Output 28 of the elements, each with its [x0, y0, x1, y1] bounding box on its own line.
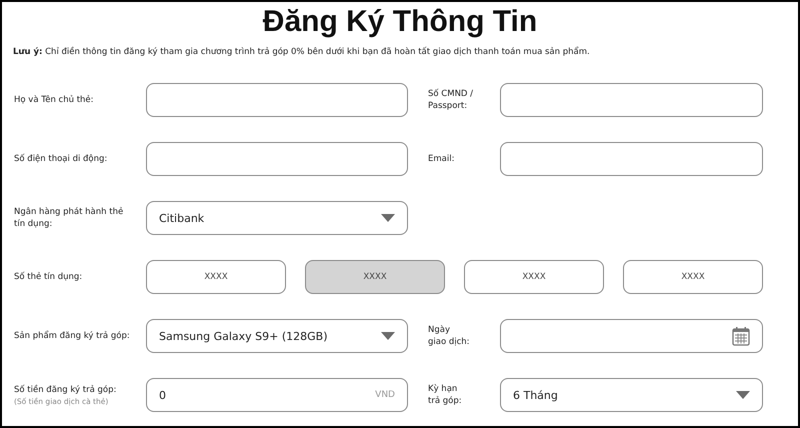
- card-number-field[interactable]: XXXX: [464, 260, 604, 294]
- note-text: Lưu ý: Chỉ điền thông tin đăng ký tham gia chương trình trả góp 0% bên dưới khi bạn đã hoàn tất giao dịch thanh toán mua sản phẩm.: [13, 46, 591, 58]
- field-label: Họ và Tên chủ thẻ:: [14, 94, 95, 106]
- input-field[interactable]: [500, 142, 763, 176]
- input-field[interactable]: [146, 83, 408, 117]
- amount-field[interactable]: 0 VND: [146, 378, 408, 412]
- field-label: Số CMND / Passport:: [428, 88, 474, 112]
- field-label: Email:: [428, 153, 456, 165]
- dropdown[interactable]: Samsung Galaxy S9+ (128GB): [146, 319, 408, 353]
- card-number-field[interactable]: XXXX: [623, 260, 763, 294]
- caret-icon: [381, 214, 395, 222]
- field-label: Số điện thoại di động:: [14, 153, 108, 165]
- card-number-field[interactable]: XXXX: [146, 260, 286, 294]
- field-label: Ngày giao dịch:: [428, 324, 471, 348]
- caret-icon: [736, 391, 750, 399]
- field-label: Sản phẩm đăng ký trả góp:: [14, 330, 131, 342]
- field-label: Ngân hàng phát hành thẻ tín dụng:: [14, 206, 124, 230]
- field-label: Kỳ hạn trả góp:: [428, 383, 463, 407]
- field-label: Số tiền đăng ký trả góp:: [14, 384, 118, 396]
- calendar-icon: [732, 326, 750, 346]
- dropdown[interactable]: Citibank: [146, 201, 408, 235]
- page-title: Đăng Ký Thông Tin: [262, 4, 538, 40]
- input-field[interactable]: [500, 83, 763, 117]
- input-field[interactable]: [146, 142, 408, 176]
- field-label: Số thẻ tín dụng:: [14, 271, 84, 283]
- dropdown[interactable]: 6 Tháng: [500, 378, 763, 412]
- caret-icon: [381, 332, 395, 340]
- date-field[interactable]: [500, 319, 763, 353]
